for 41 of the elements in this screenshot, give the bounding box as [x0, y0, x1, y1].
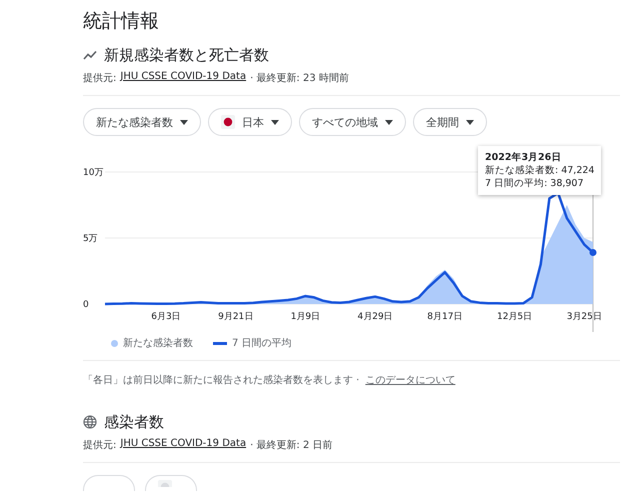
- flag-icon: [158, 480, 172, 487]
- axis-label: 3月25日: [566, 312, 602, 322]
- dot-legend-icon: [111, 340, 118, 346]
- axis-label: 12月5日: [496, 312, 532, 322]
- filter-chip[interactable]: すべての地域: [299, 108, 406, 136]
- axis-label: 10万: [83, 168, 104, 178]
- axis-label: 0: [83, 300, 89, 310]
- about-data-link[interactable]: このデータについて: [365, 373, 456, 387]
- caret-icon: [466, 120, 474, 124]
- filter-chip[interactable]: 全期間: [413, 108, 487, 136]
- globe-icon: [83, 415, 97, 429]
- axis-label: 4月29日: [358, 312, 393, 322]
- source-link[interactable]: JHU CSSE COVID-19 Data: [120, 438, 246, 452]
- flag-icon: [221, 115, 235, 129]
- source-label: 提供元:: [83, 439, 116, 452]
- line-legend-icon: [213, 342, 227, 344]
- axis-label: 1月9日: [290, 312, 320, 322]
- section-heading: 新規感染者数と死亡者数: [104, 45, 269, 66]
- filter-chip[interactable]: 新たな感染者数: [83, 108, 201, 136]
- axis-label: 8月17日: [427, 312, 462, 322]
- hover-point: [590, 249, 596, 256]
- filter-chip[interactable]: [83, 475, 135, 491]
- tooltip: 2022年3月26日 新たな感染者数: 47,224 7 日間の平均: 38,907: [478, 146, 602, 195]
- caret-icon: [180, 120, 188, 124]
- legend-label: 新たな感染者数: [123, 336, 193, 350]
- caret-icon: [385, 120, 393, 124]
- filter-chip[interactable]: [145, 475, 197, 491]
- updated-text: · 最終更新: 23 時間前: [250, 72, 349, 85]
- section-heading: 感染者数: [104, 412, 164, 433]
- trend-icon: [83, 50, 97, 60]
- updated-text: · 最終更新: 2 日前: [250, 438, 333, 452]
- legend-label: 7 日間の平均: [232, 337, 292, 350]
- axis-label: 6月3日: [151, 312, 181, 322]
- source-label: 提供元:: [83, 72, 116, 85]
- page-title: 統計情報: [83, 9, 160, 34]
- note-text: 「各日」は前日以降に新たに報告された感染者数を表します ·: [83, 374, 360, 387]
- caret-icon: [271, 120, 279, 124]
- source-link[interactable]: JHU CSSE COVID-19 Data: [120, 71, 246, 85]
- axis-label: 9月21日: [218, 312, 254, 322]
- filter-chip[interactable]: 日本: [208, 108, 292, 136]
- axis-label: 5万: [83, 234, 98, 244]
